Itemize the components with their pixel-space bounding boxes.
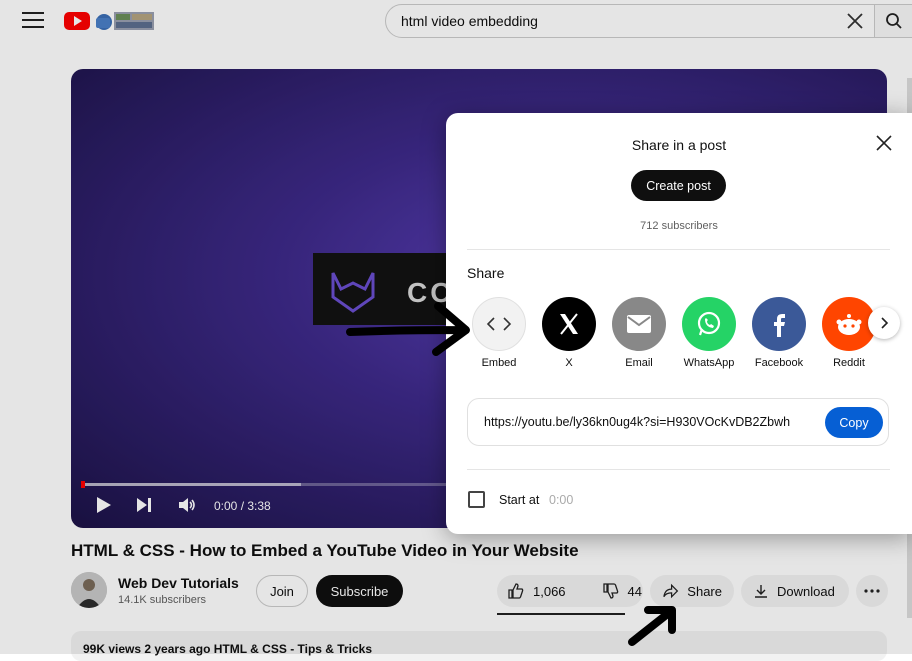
share-target-label: WhatsApp <box>683 357 735 369</box>
email-icon <box>627 315 651 333</box>
share-target-reddit[interactable]: Reddit <box>820 297 878 369</box>
x-icon <box>560 313 578 335</box>
share-target-facebook[interactable]: Facebook <box>750 297 808 369</box>
share-target-whatsapp[interactable]: WhatsApp <box>680 297 738 369</box>
share-target-embed[interactable]: Embed <box>470 297 528 369</box>
chevron-right-icon <box>881 317 889 329</box>
share-target-label: Embed <box>481 357 517 369</box>
share-target-x[interactable]: X <box>540 297 598 369</box>
embed-icon <box>486 317 512 331</box>
start-at-checkbox[interactable] <box>468 491 485 508</box>
share-target-email[interactable]: Email <box>610 297 668 369</box>
share-dialog: Share in a post Create post 712 subscrib… <box>446 113 912 534</box>
share-target-label: X <box>565 357 573 369</box>
facebook-icon <box>774 314 785 337</box>
dialog-divider-bottom <box>467 469 890 470</box>
copy-button[interactable]: Copy <box>825 407 883 438</box>
share-target-label: Facebook <box>754 357 804 369</box>
reddit-icon <box>836 314 862 335</box>
share-target-label: Email <box>625 357 653 369</box>
start-at-time-input[interactable]: 0:00 <box>549 493 573 507</box>
start-at-label: Start at <box>499 493 540 507</box>
share-in-post-heading: Share in a post <box>631 137 727 153</box>
share-section-label: Share <box>467 265 505 281</box>
create-post-button[interactable]: Create post <box>631 170 726 201</box>
share-target-label: Reddit <box>833 357 865 369</box>
dialog-subscriber-count: 712 subscribers <box>640 220 718 232</box>
dialog-divider <box>467 249 890 250</box>
share-url-field[interactable]: https://youtu.be/ly36kn0ug4k?si=H930VOcK… <box>467 398 889 446</box>
share-next-button[interactable] <box>868 307 900 339</box>
whatsapp-icon <box>697 311 721 336</box>
share-url-text: https://youtu.be/ly36kn0ug4k?si=H930VOcK… <box>484 415 791 429</box>
